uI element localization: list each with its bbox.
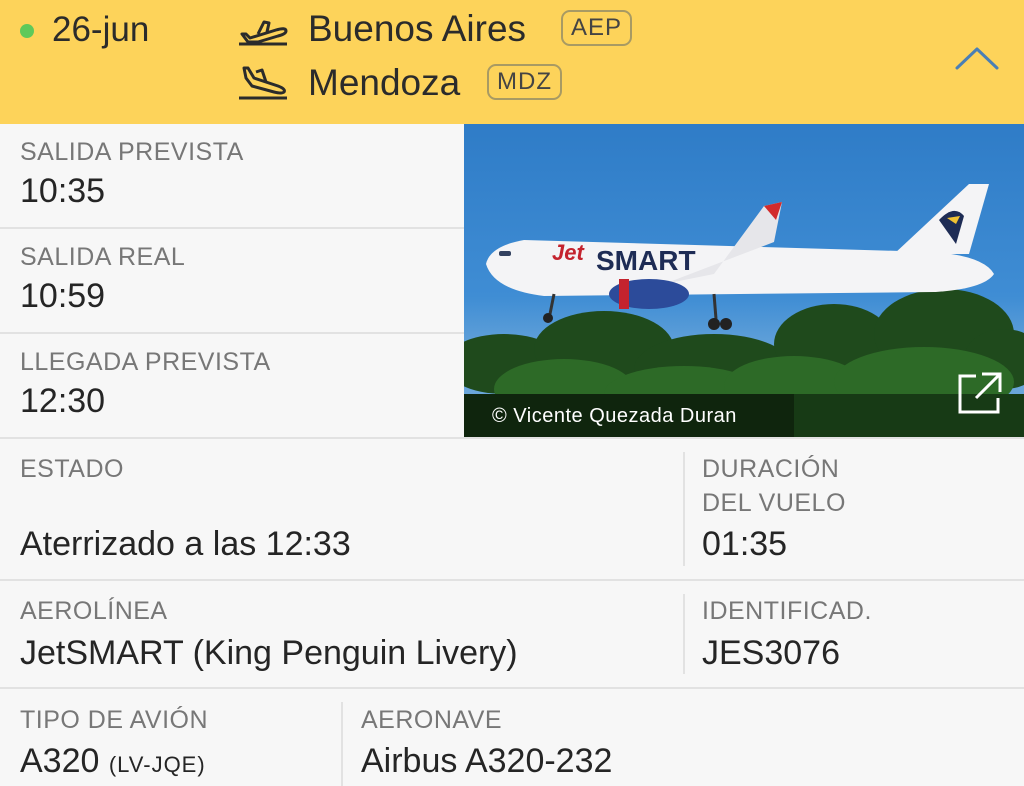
airline-label: AEROLÍNEA — [20, 597, 168, 625]
departure-plane-icon — [239, 20, 288, 46]
divider — [0, 579, 1024, 581]
divider — [341, 702, 343, 786]
flight-id-value: JES3076 — [702, 634, 840, 672]
expand-icon[interactable] — [956, 370, 1004, 416]
photo-credit: © Vicente Quezada Duran — [492, 405, 737, 427]
destination-city: Mendoza — [308, 62, 461, 103]
status-value: Aterrizado a las 12:33 — [20, 525, 351, 563]
divider — [0, 437, 1024, 439]
divider — [0, 332, 464, 334]
origin-code: AEP — [561, 10, 633, 46]
aircraft-registration: (LV-JQE) — [108, 752, 206, 777]
aircraft-photo[interactable]: Jet SMART © Vicente Quezada Duran — [464, 124, 1024, 438]
aircraft-type-code: A320 — [20, 742, 100, 780]
divider — [0, 227, 464, 229]
aircraft-model-label: AERONAVE — [361, 706, 503, 734]
aircraft-type-label: TIPO DE AVIÓN — [20, 706, 209, 734]
divider — [683, 594, 685, 674]
flight-header[interactable]: 26-jun Buenos Aires AEP Mendoza MDZ — [0, 0, 1024, 124]
arrival-plane-icon — [239, 66, 287, 100]
scheduled-departure-label: SALIDA PREVISTA — [20, 138, 244, 166]
status-dot — [20, 24, 34, 38]
scheduled-arrival-value: 12:30 — [20, 382, 106, 420]
origin-city: Buenos Aires — [308, 8, 527, 49]
scheduled-departure-value: 10:35 — [20, 172, 106, 210]
flight-id-label: IDENTIFICAD. — [702, 597, 872, 625]
destination-code: MDZ — [487, 64, 562, 100]
svg-text:Jet: Jet — [552, 240, 585, 265]
svg-text:SMART: SMART — [596, 245, 696, 276]
divider — [683, 452, 685, 566]
status-label: ESTADO — [20, 455, 124, 483]
duration-label-line2: DEL VUELO — [702, 489, 846, 517]
aircraft-model-value: Airbus A320-232 — [361, 742, 613, 780]
duration-value: 01:35 — [702, 525, 788, 563]
aircraft-image: Jet SMART — [464, 184, 1024, 438]
chevron-up-icon[interactable] — [954, 44, 1000, 72]
actual-departure-value: 10:59 — [20, 277, 106, 315]
aircraft-type-value: A320 (LV-JQE) — [20, 742, 206, 781]
flight-date: 26-jun — [52, 10, 150, 49]
duration-label-line1: DURACIÓN — [702, 455, 840, 483]
actual-departure-label: SALIDA REAL — [20, 243, 186, 271]
divider — [0, 687, 1024, 689]
airline-value: JetSMART (King Penguin Livery) — [20, 634, 518, 672]
scheduled-arrival-label: LLEGADA PREVISTA — [20, 348, 271, 376]
